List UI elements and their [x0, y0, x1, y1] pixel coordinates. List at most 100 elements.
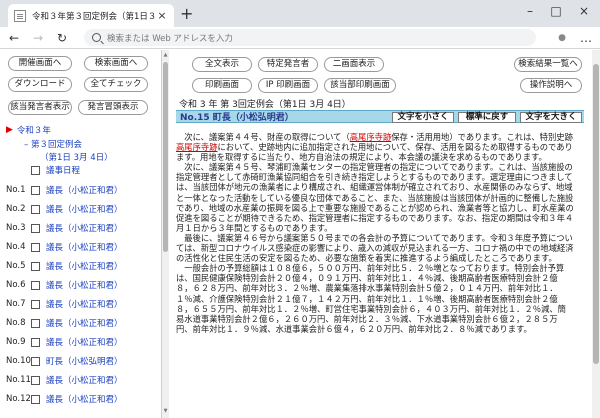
maximize-icon[interactable]: □ [546, 4, 566, 18]
list-item[interactable]: No.8 議長（小松正和君） [6, 317, 123, 329]
text-smaller-button[interactable]: 文字を小さく [392, 112, 454, 123]
row-number: No.7 [6, 299, 26, 309]
list-item-label[interactable]: 議長（小松正和君） [46, 374, 123, 386]
checkbox[interactable] [31, 375, 40, 385]
search-highlight[interactable]: 高尾序寺跡 [176, 142, 218, 152]
list-item-label[interactable]: 議事日程 [46, 164, 80, 176]
row-number: No.1 [6, 185, 26, 195]
text-larger-button[interactable]: 文字を大きく [520, 112, 582, 123]
list-item[interactable]: No.7 議長（小松正和君） [6, 298, 123, 310]
tab-title: 令和３年第３回定例会（第1日３ [32, 11, 156, 22]
checkbox[interactable] [31, 204, 40, 214]
tree-session[interactable]: – 第３回定例会 [24, 138, 82, 150]
list-item-label[interactable]: 議長（小松正和君） [46, 241, 123, 253]
new-tab-icon[interactable]: + [180, 6, 193, 22]
search-highlight[interactable]: 高尾序寺跡 [350, 132, 392, 142]
tree-year[interactable]: 令和３年 [17, 124, 51, 136]
paragraph: 最後に、議案第４６号から議案第５０号までの各会計の予算についてであります。令和３… [176, 232, 574, 264]
text-reset-button[interactable]: 標準に戻す [458, 112, 516, 123]
minutes-body: 次に、議案第４４号、財産の取得について（高尾序寺跡保存・活用用地）であります。こ… [176, 132, 574, 418]
scrollbar-thumb[interactable] [593, 64, 599, 364]
speaker-bar: No.15 町長（小松弘明君） 文字を小さく 標準に戻す 文字を大きく [176, 110, 584, 123]
row-number: No.5 [6, 261, 26, 271]
back-icon[interactable]: ← [6, 30, 22, 46]
close-window-icon[interactable]: × [574, 4, 594, 18]
list-item[interactable]: No.4 議長（小松正和君） [6, 241, 123, 253]
profile-icon[interactable]: ● [554, 30, 570, 46]
list-item[interactable]: No.6 議長（小松正和君） [6, 279, 123, 291]
list-item-label[interactable]: 議長（小松正和君） [46, 222, 123, 234]
list-item-label[interactable]: 議長（小松正和君） [46, 298, 123, 310]
left-scrollbar[interactable]: ▲ ▼ [162, 50, 169, 418]
check-all-button[interactable]: 全てチェック [84, 77, 148, 92]
print-screen-button[interactable]: 印刷画面 [192, 78, 252, 93]
list-item-label[interactable]: 議長（小松正和君） [46, 203, 123, 215]
right-scrollbar[interactable] [592, 50, 600, 418]
paragraph: 次に、議案第４５号、琴浦町漁業センターの指定管理者の指定についてであります。これ… [176, 162, 574, 233]
tree-root[interactable]: ▶ 令和３年 [6, 124, 51, 136]
tab-close-icon[interactable]: × [156, 9, 168, 22]
list-item-label[interactable]: 議長（小松正和君） [46, 336, 123, 348]
checkbox[interactable] [31, 223, 40, 233]
checkbox[interactable] [31, 165, 40, 175]
checkbox[interactable] [31, 318, 40, 328]
forward-icon[interactable]: → [30, 30, 46, 46]
list-item[interactable]: No.11 議長（小松正和君） [6, 374, 123, 386]
scroll-down-icon[interactable]: ▼ [162, 408, 169, 414]
row-number: No.3 [6, 223, 26, 233]
list-item-label[interactable]: 議長（小松正和君） [46, 279, 123, 291]
tree-day[interactable]: （第1日 3月 4日） [40, 151, 113, 163]
prev-meeting-button[interactable]: 開催画面へ [8, 56, 72, 71]
search-screen-button[interactable]: 検索画面へ [84, 56, 148, 71]
checkbox[interactable] [31, 337, 40, 347]
two-screen-button[interactable]: 二画面表示 [324, 57, 384, 72]
results-list-button[interactable]: 検索結果一覧へ [514, 57, 582, 72]
print-speaker-button[interactable]: 該当部印刷画面 [324, 78, 396, 93]
expand-arrow-icon: ▶ [6, 125, 13, 135]
reload-icon[interactable]: ↻ [54, 30, 70, 46]
checkbox[interactable] [31, 185, 40, 195]
list-item-label[interactable]: 議長（小松正和君） [46, 393, 123, 405]
paragraph: 一般会計の予算総額は１０８億６，５００万円、前年対比５．２％増となっております。… [176, 263, 566, 334]
document-title: 令和 3 年 第 3回定例会（第1日 3月 4日） [179, 100, 351, 110]
download-button[interactable]: ダウンロード [8, 77, 72, 92]
checkbox[interactable] [31, 394, 40, 404]
list-item-header[interactable]: 議事日程 [6, 164, 80, 176]
speaker-list-button[interactable]: 発言冒頭表示 [78, 100, 148, 115]
scrollbar-thumb[interactable] [163, 62, 168, 252]
specific-speaker-button[interactable]: 特定発言者 [258, 57, 318, 72]
paragraph: 次に、議案第４４号、財産の取得について（高尾序寺跡保存・活用用地）であります。こ… [176, 132, 573, 163]
checkbox[interactable] [31, 261, 40, 271]
checkbox[interactable] [31, 356, 40, 366]
all-display-button[interactable]: 全文表示 [192, 57, 252, 72]
ip-print-button[interactable]: IP 印刷画面 [258, 78, 318, 93]
list-item[interactable]: No.9 議長（小松正和君） [6, 336, 123, 348]
list-item[interactable]: No.10 町長（小松弘明君） [6, 355, 123, 367]
list-item-label[interactable]: 議長（小松正和君） [46, 260, 123, 272]
minimize-icon[interactable]: – [520, 4, 540, 18]
list-item[interactable]: No.1 議長（小松正和君） [6, 184, 123, 196]
list-item[interactable]: No.12 議長（小松正和君） [6, 393, 123, 405]
row-number: No.8 [6, 318, 26, 328]
tree-session-label: 第３回定例会 [30, 140, 82, 150]
list-item[interactable]: No.2 議長（小松正和君） [6, 203, 123, 215]
checkbox[interactable] [31, 242, 40, 252]
list-item-label[interactable]: 議長（小松正和君） [46, 184, 123, 196]
checkbox[interactable] [31, 280, 40, 290]
row-number: No.10 [6, 356, 31, 366]
address-row: ← → ↻ 検索または Web アドレスを入力 ● … [0, 27, 600, 49]
list-item-label[interactable]: 町長（小松弘明君） [46, 355, 123, 367]
list-item[interactable]: No.5 議長（小松正和君） [6, 260, 123, 272]
browser-tab[interactable]: 令和３年第３回定例会（第1日３ × [8, 4, 174, 27]
operation-guide-button[interactable]: 操作説明へ [520, 78, 582, 93]
list-item[interactable]: No.3 議長（小松正和君） [6, 222, 123, 234]
speaker-display-button[interactable]: 該当発言者表示 [8, 100, 72, 115]
page-icon [14, 9, 26, 22]
right-frame: 全文表示 特定発言者 二画面表示 検索結果一覧へ 印刷画面 IP 印刷画面 該当… [170, 50, 590, 418]
scroll-up-icon[interactable]: ▲ [162, 52, 169, 58]
address-bar[interactable]: 検索または Web アドレスを入力 [84, 29, 536, 46]
list-item-label[interactable]: 議長（小松正和君） [46, 317, 123, 329]
speaker-label: No.15 町長（小松弘明君） [180, 113, 294, 123]
menu-icon[interactable]: … [578, 30, 594, 46]
checkbox[interactable] [31, 299, 40, 309]
